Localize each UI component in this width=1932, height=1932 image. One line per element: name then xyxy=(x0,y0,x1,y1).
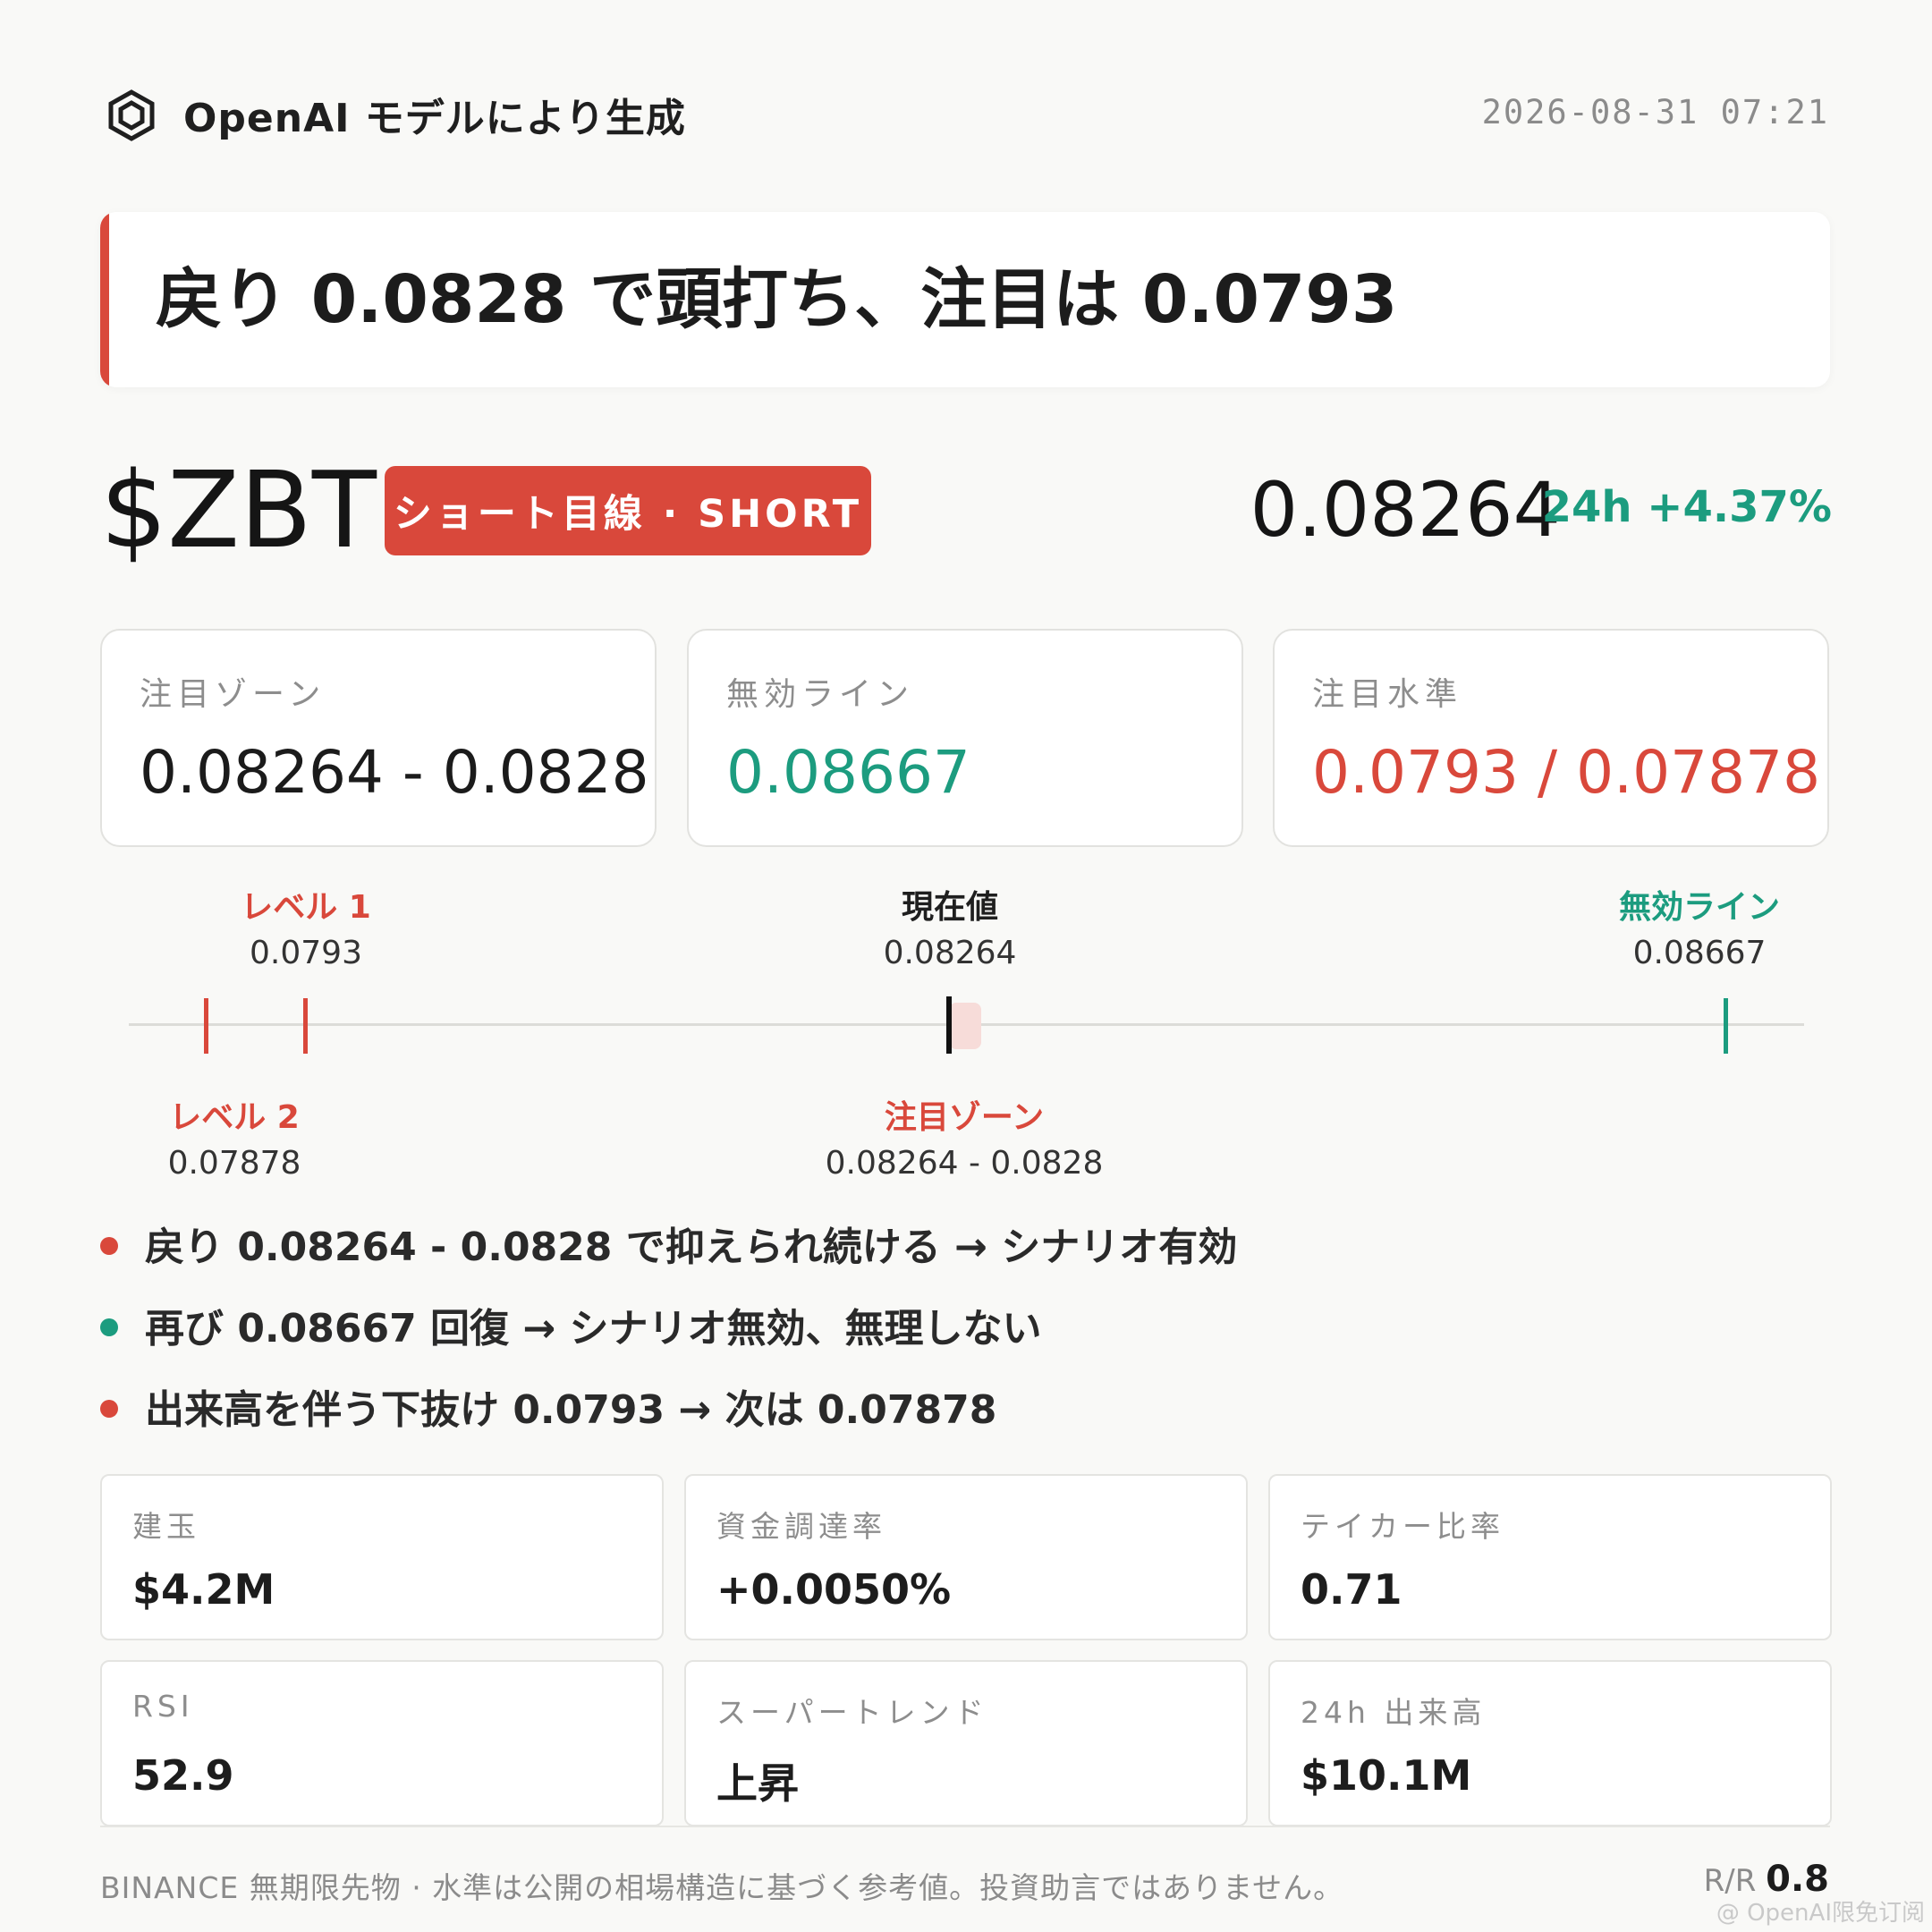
brand-title: OpenAI モデルにより生成 xyxy=(183,96,686,141)
bullet-dot-red xyxy=(100,1400,118,1418)
stat-value: $10.1M xyxy=(1301,1751,1472,1800)
level1-label: レベル 1 xyxy=(241,889,371,926)
level2-tick xyxy=(204,998,208,1054)
invalid-label: 無効ライン xyxy=(1618,889,1781,926)
stat-taker-ratio: テイカー比率 0.71 xyxy=(1268,1474,1832,1640)
focus-zone-band xyxy=(949,1003,981,1049)
level1-tick xyxy=(303,998,308,1054)
card-value: 0.0793 / 0.07878 xyxy=(1312,738,1821,807)
zone-label: 注目ゾーン xyxy=(884,1099,1045,1136)
scenario-bullet: 戻り 0.08264 - 0.0828 で抑えられ続ける → シナリオ有効 xyxy=(100,1215,1237,1272)
stat-open-interest: 建玉 $4.2M xyxy=(100,1474,664,1640)
ticker-symbol: $ZBT xyxy=(100,448,377,572)
timestamp: 2026-08-31 07:21 xyxy=(1481,93,1829,131)
stat-value: 0.71 xyxy=(1301,1565,1402,1614)
rr-label: R/R xyxy=(1703,1863,1757,1899)
level1-value: 0.0793 xyxy=(250,935,362,971)
bullet-dot-green xyxy=(100,1318,118,1336)
stat-value: +0.0050% xyxy=(716,1565,952,1614)
level2-value: 0.07878 xyxy=(167,1145,301,1182)
zone-value: 0.08264 - 0.0828 xyxy=(825,1145,1104,1182)
stat-funding-rate: 資金調達率 +0.0050% xyxy=(684,1474,1248,1640)
stat-label: テイカー比率 xyxy=(1301,1509,1504,1544)
watermark: @ OpenAI限免订阅 xyxy=(1716,1900,1925,1927)
stat-label: 建玉 xyxy=(132,1509,200,1544)
footer-divider xyxy=(100,1826,1830,1827)
bullet-text: 再び 0.08667 回復 → シナリオ無効、無理しない xyxy=(145,1306,1042,1352)
headline-text: 戻り 0.0828 で頭打ち、注目は 0.0793 xyxy=(156,261,1398,338)
scenario-bullet: 出来高を伴う下抜け 0.0793 → 次は 0.07878 xyxy=(100,1377,996,1435)
level2-label: レベル 2 xyxy=(169,1099,300,1136)
current-label: 現在値 xyxy=(901,889,999,926)
short-badge: ショート目線 · SHORT xyxy=(385,466,871,555)
current-value: 0.08264 xyxy=(883,935,1017,971)
stat-label: 資金調達率 xyxy=(716,1509,886,1544)
current-price: 0.08264 xyxy=(1250,466,1561,554)
scenario-bullet: 再び 0.08667 回復 → シナリオ無効、無理しない xyxy=(100,1296,1042,1353)
stat-value: 52.9 xyxy=(132,1751,234,1800)
stat-label: 24h 出来高 xyxy=(1301,1695,1487,1730)
price-track xyxy=(129,1023,1804,1026)
price-change-24h: 24h +4.37% xyxy=(1541,482,1832,532)
stat-volume-24h: 24h 出来高 $10.1M xyxy=(1268,1660,1832,1826)
bullet-dot-red xyxy=(100,1237,118,1255)
card-label: 注目ゾーン xyxy=(140,676,326,713)
stat-supertrend: スーパートレンド 上昇 xyxy=(684,1660,1248,1826)
card-value: 0.08264 - 0.0828 xyxy=(140,738,649,807)
invalid-value: 0.08667 xyxy=(1632,935,1767,971)
card-focus-zone: 注目ゾーン 0.08264 - 0.0828 xyxy=(100,629,657,847)
card-value: 0.08667 xyxy=(726,738,970,807)
stat-value: $4.2M xyxy=(132,1565,275,1614)
bullet-text: 戻り 0.08264 - 0.0828 で抑えられ続ける → シナリオ有効 xyxy=(145,1224,1238,1270)
openai-hexagon-icon xyxy=(108,89,155,141)
stat-rsi: RSI 52.9 xyxy=(100,1660,664,1826)
stat-value: 上昇 xyxy=(716,1759,799,1808)
invalid-tick xyxy=(1724,998,1728,1054)
stat-label: スーパートレンド xyxy=(716,1695,988,1730)
card-target-levels: 注目水準 0.0793 / 0.07878 xyxy=(1273,629,1829,847)
card-label: 注目水準 xyxy=(1312,676,1463,713)
bullet-text: 出来高を伴う下抜け 0.0793 → 次は 0.07878 xyxy=(145,1387,997,1433)
stat-label: RSI xyxy=(132,1689,194,1724)
headline-accent-bar xyxy=(100,212,109,387)
card-invalidation-line: 無効ライン 0.08667 xyxy=(687,629,1243,847)
current-price-tick xyxy=(946,996,952,1054)
card-label: 無効ライン xyxy=(726,676,915,713)
headline-card: 戻り 0.0828 で頭打ち、注目は 0.0793 xyxy=(100,212,1830,387)
footer-disclaimer: BINANCE 無期限先物 · 水準は公開の相場構造に基づく参考値。投資助言では… xyxy=(100,1870,1344,1905)
